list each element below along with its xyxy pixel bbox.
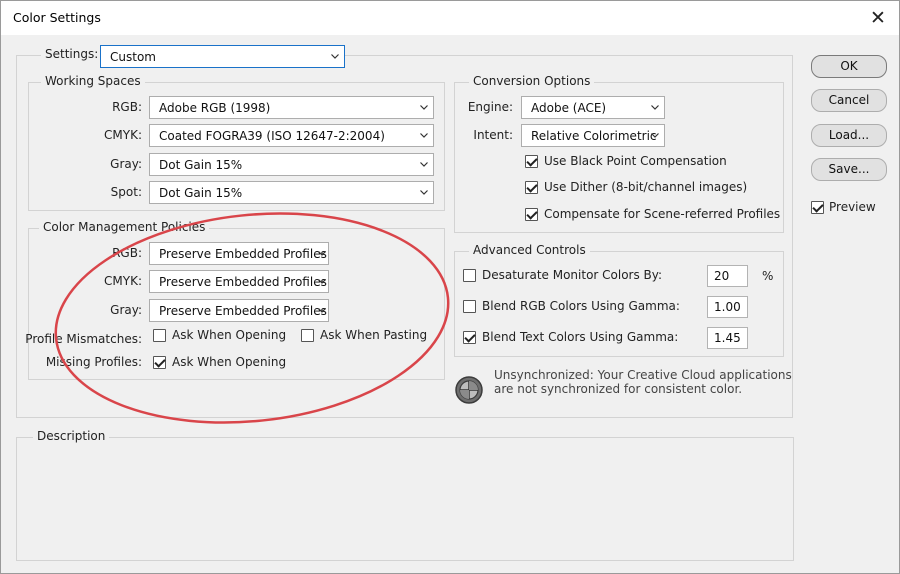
policy-rgb-label: RGB: <box>112 246 142 260</box>
settings-dropdown[interactable]: Custom <box>100 45 345 68</box>
settings-value: Custom <box>110 50 156 64</box>
ask-when-opening-label: Ask When Opening <box>172 328 287 342</box>
description-group <box>16 437 794 561</box>
policy-rgb-value: Preserve Embedded Profiles <box>159 247 327 261</box>
use-dither-checkbox[interactable] <box>525 181 538 194</box>
ws-rgb-value: Adobe RGB (1998) <box>159 101 271 115</box>
intent-value: Relative Colorimetric <box>531 129 657 143</box>
chevron-down-icon <box>420 162 428 167</box>
profile-mismatches-label: Profile Mismatches: <box>25 332 142 346</box>
chevron-down-icon <box>318 308 326 313</box>
color-settings-dialog: Color Settings ✕ Settings: Custom Workin… <box>0 0 900 574</box>
chevron-down-icon <box>318 279 326 284</box>
chevron-down-icon <box>331 54 339 59</box>
ws-cmyk-dropdown[interactable]: Coated FOGRA39 (ISO 12647-2:2004) <box>149 124 434 147</box>
policy-gray-value: Preserve Embedded Profiles <box>159 304 327 318</box>
conversion-options-title: Conversion Options <box>469 74 595 88</box>
settings-label: Settings: <box>41 47 103 61</box>
black-point-compensation-checkbox[interactable] <box>525 155 538 168</box>
desaturate-checkbox[interactable] <box>463 269 476 282</box>
ws-rgb-label: RGB: <box>112 100 142 114</box>
chevron-down-icon <box>420 133 428 138</box>
description-title: Description <box>33 429 110 443</box>
ask-when-pasting-checkbox[interactable] <box>301 329 314 342</box>
chevron-down-icon <box>420 190 428 195</box>
policies-title: Color Management Policies <box>39 220 210 234</box>
color-sync-icon <box>455 376 483 404</box>
intent-dropdown[interactable]: Relative Colorimetric <box>521 124 665 147</box>
intent-label: Intent: <box>473 128 513 142</box>
working-spaces-title: Working Spaces <box>41 74 145 88</box>
close-icon[interactable]: ✕ <box>867 7 889 29</box>
ws-gray-label: Gray: <box>110 157 142 171</box>
policy-cmyk-label: CMYK: <box>104 274 142 288</box>
preview-label: Preview <box>829 200 876 214</box>
blend-rgb-gamma-label: Blend RGB Colors Using Gamma: <box>482 299 680 313</box>
ws-rgb-dropdown[interactable]: Adobe RGB (1998) <box>149 96 434 119</box>
save-button[interactable]: Save... <box>811 158 887 181</box>
chevron-down-icon <box>651 105 659 110</box>
load-button[interactable]: Load... <box>811 124 887 147</box>
percent-unit: % <box>762 269 774 283</box>
policy-cmyk-dropdown[interactable]: Preserve Embedded Profiles <box>149 270 329 293</box>
blend-rgb-gamma-checkbox[interactable] <box>463 300 476 313</box>
missing-ask-when-opening-checkbox[interactable] <box>153 356 166 369</box>
chevron-down-icon <box>651 133 659 138</box>
missing-profiles-label: Missing Profiles: <box>45 355 142 369</box>
cancel-button[interactable]: Cancel <box>811 89 887 112</box>
sync-note: Unsynchronized: Your Creative Cloud appl… <box>494 368 792 396</box>
scene-referred-checkbox[interactable] <box>525 208 538 221</box>
chevron-down-icon <box>318 251 326 256</box>
blend-text-gamma-label: Blend Text Colors Using Gamma: <box>482 330 679 344</box>
missing-ask-when-opening-label: Ask When Opening <box>172 355 287 369</box>
ask-when-pasting-label: Ask When Pasting <box>320 328 428 342</box>
window-title: Color Settings <box>13 10 101 25</box>
ws-spot-value: Dot Gain 15% <box>159 186 243 200</box>
ws-cmyk-label: CMYK: <box>104 128 142 142</box>
policy-gray-dropdown[interactable]: Preserve Embedded Profiles <box>149 299 329 322</box>
sync-note-line2: are not synchronized for consistent colo… <box>494 382 743 396</box>
blend-text-gamma-checkbox[interactable] <box>463 331 476 344</box>
policy-rgb-dropdown[interactable]: Preserve Embedded Profiles <box>149 242 329 265</box>
advanced-controls-title: Advanced Controls <box>469 243 590 257</box>
chevron-down-icon <box>420 105 428 110</box>
scene-referred-label: Compensate for Scene-referred Profiles <box>544 207 781 221</box>
ok-button[interactable]: OK <box>811 55 887 78</box>
ws-spot-dropdown[interactable]: Dot Gain 15% <box>149 181 434 204</box>
ws-spot-label: Spot: <box>110 185 142 199</box>
ws-gray-value: Dot Gain 15% <box>159 158 243 172</box>
desaturate-input[interactable]: 20 <box>707 265 748 287</box>
sync-note-line1: Unsynchronized: Your Creative Cloud appl… <box>494 368 792 382</box>
ws-gray-dropdown[interactable]: Dot Gain 15% <box>149 153 434 176</box>
blend-rgb-gamma-input[interactable]: 1.00 <box>707 296 748 318</box>
title-bar: Color Settings ✕ <box>1 1 899 35</box>
engine-label: Engine: <box>467 100 513 114</box>
preview-checkbox[interactable] <box>811 201 824 214</box>
policy-gray-label: Gray: <box>110 303 142 317</box>
engine-value: Adobe (ACE) <box>531 101 607 115</box>
use-dither-label: Use Dither (8-bit/channel images) <box>544 180 748 194</box>
desaturate-label: Desaturate Monitor Colors By: <box>482 268 663 282</box>
ask-when-opening-checkbox[interactable] <box>153 329 166 342</box>
engine-dropdown[interactable]: Adobe (ACE) <box>521 96 665 119</box>
black-point-compensation-label: Use Black Point Compensation <box>544 154 727 168</box>
policy-cmyk-value: Preserve Embedded Profiles <box>159 275 327 289</box>
blend-text-gamma-input[interactable]: 1.45 <box>707 327 748 349</box>
ws-cmyk-value: Coated FOGRA39 (ISO 12647-2:2004) <box>159 129 385 143</box>
